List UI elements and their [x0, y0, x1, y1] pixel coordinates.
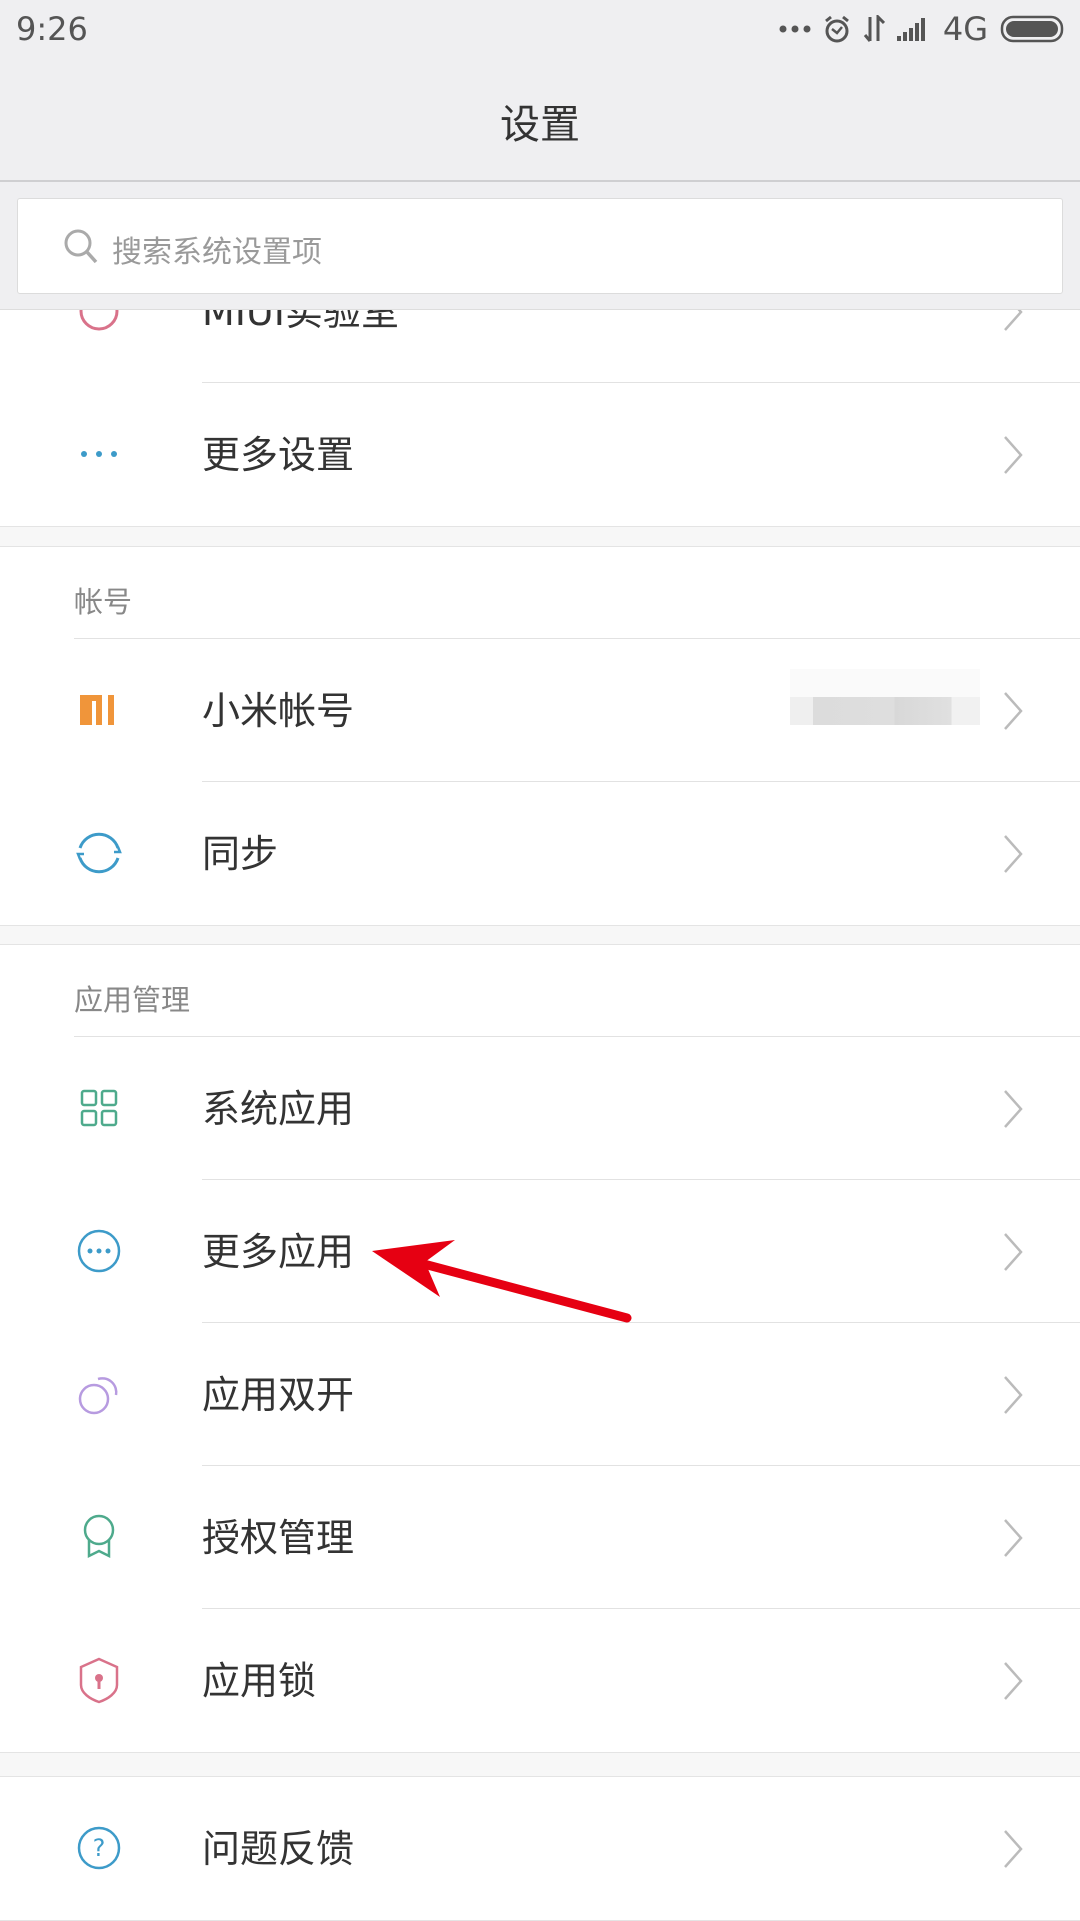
red-arrow-annotation [372, 1240, 632, 1323]
